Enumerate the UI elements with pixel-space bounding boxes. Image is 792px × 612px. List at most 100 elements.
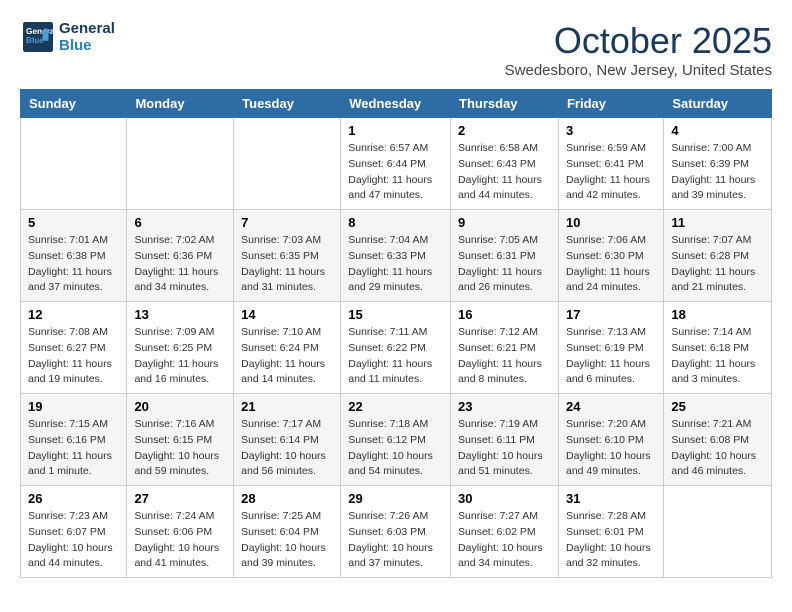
- calendar-cell: 20 Sunrise: 7:16 AM Sunset: 6:15 PM Dayli…: [127, 394, 234, 486]
- calendar-cell: 5 Sunrise: 7:01 AM Sunset: 6:38 PM Daylig…: [21, 210, 127, 302]
- calendar-cell: 9Sunrise: 7:05 AM Sunset: 6:31 PM Daylig…: [451, 210, 559, 302]
- month-title: October 2025: [505, 20, 772, 62]
- calendar-table: SundayMondayTuesdayWednesdayThursdayFrid…: [20, 89, 772, 578]
- day-info: Sunrise: 7:18 AM Sunset: 6:12 PM Dayligh…: [348, 417, 443, 480]
- day-number: 20: [134, 399, 226, 414]
- calendar-cell: 29 Sunrise: 7:26 AM Sunset: 6:03 PM Dayli…: [341, 486, 451, 578]
- day-info: Sunrise: 7:04 AM Sunset: 6:33 PM Dayligh…: [348, 233, 443, 296]
- week-row-1: 1 Sunrise: 6:57 AM Sunset: 6:44 PM Daylig…: [21, 118, 772, 210]
- day-number: 9: [458, 215, 551, 230]
- day-info: Sunrise: 7:06 AM Sunset: 6:30 PM Dayligh…: [566, 233, 656, 296]
- calendar-cell: 7 Sunrise: 7:03 AM Sunset: 6:35 PM Daylig…: [234, 210, 341, 302]
- day-number: 15: [348, 307, 443, 322]
- calendar-cell: [234, 118, 341, 210]
- calendar-cell: 3Sunrise: 6:59 AM Sunset: 6:41 PM Daylig…: [558, 118, 663, 210]
- day-number: 13: [134, 307, 226, 322]
- page-header: General Blue General Blue October 2025 S…: [20, 20, 772, 79]
- day-info: Sunrise: 7:13 AM Sunset: 6:19 PM Dayligh…: [566, 325, 656, 388]
- day-info: Sunrise: 7:26 AM Sunset: 6:03 PM Dayligh…: [348, 509, 443, 572]
- week-row-5: 26 Sunrise: 7:23 AM Sunset: 6:07 PM Dayli…: [21, 486, 772, 578]
- day-number: 2: [458, 123, 551, 138]
- calendar-cell: 18 Sunrise: 7:14 AM Sunset: 6:18 PM Dayli…: [664, 302, 772, 394]
- header-day-monday: Monday: [127, 90, 234, 118]
- title-block: October 2025 Swedesboro, New Jersey, Uni…: [505, 20, 772, 79]
- day-info: Sunrise: 7:08 AM Sunset: 6:27 PM Dayligh…: [28, 325, 119, 388]
- calendar-cell: 12 Sunrise: 7:08 AM Sunset: 6:27 PM Dayli…: [21, 302, 127, 394]
- day-info: Sunrise: 7:01 AM Sunset: 6:38 PM Dayligh…: [28, 233, 119, 296]
- day-number: 26: [28, 491, 119, 506]
- calendar-cell: 11Sunrise: 7:07 AM Sunset: 6:28 PM Dayli…: [664, 210, 772, 302]
- day-info: Sunrise: 7:20 AM Sunset: 6:10 PM Dayligh…: [566, 417, 656, 480]
- calendar-cell: 1 Sunrise: 6:57 AM Sunset: 6:44 PM Daylig…: [341, 118, 451, 210]
- calendar-cell: [127, 118, 234, 210]
- calendar-cell: 27Sunrise: 7:24 AM Sunset: 6:06 PM Dayli…: [127, 486, 234, 578]
- day-number: 8: [348, 215, 443, 230]
- day-number: 31: [566, 491, 656, 506]
- week-row-4: 19 Sunrise: 7:15 AM Sunset: 6:16 PM Dayli…: [21, 394, 772, 486]
- calendar-cell: 30Sunrise: 7:27 AM Sunset: 6:02 PM Dayli…: [451, 486, 559, 578]
- week-row-3: 12 Sunrise: 7:08 AM Sunset: 6:27 PM Dayli…: [21, 302, 772, 394]
- day-info: Sunrise: 7:14 AM Sunset: 6:18 PM Dayligh…: [671, 325, 764, 388]
- day-info: Sunrise: 7:16 AM Sunset: 6:15 PM Dayligh…: [134, 417, 226, 480]
- calendar-cell: 31 Sunrise: 7:28 AM Sunset: 6:01 PM Dayli…: [558, 486, 663, 578]
- day-number: 22: [348, 399, 443, 414]
- day-number: 18: [671, 307, 764, 322]
- header-day-wednesday: Wednesday: [341, 90, 451, 118]
- day-number: 1: [348, 123, 443, 138]
- calendar-cell: [664, 486, 772, 578]
- day-number: 5: [28, 215, 119, 230]
- day-info: Sunrise: 7:03 AM Sunset: 6:35 PM Dayligh…: [241, 233, 333, 296]
- day-number: 11: [671, 215, 764, 230]
- day-number: 7: [241, 215, 333, 230]
- day-number: 25: [671, 399, 764, 414]
- calendar-cell: 2 Sunrise: 6:58 AM Sunset: 6:43 PM Daylig…: [451, 118, 559, 210]
- day-info: Sunrise: 7:25 AM Sunset: 6:04 PM Dayligh…: [241, 509, 333, 572]
- day-info: Sunrise: 7:09 AM Sunset: 6:25 PM Dayligh…: [134, 325, 226, 388]
- calendar-cell: 6 Sunrise: 7:02 AM Sunset: 6:36 PM Daylig…: [127, 210, 234, 302]
- location: Swedesboro, New Jersey, United States: [505, 62, 772, 79]
- day-number: 19: [28, 399, 119, 414]
- day-info: Sunrise: 7:19 AM Sunset: 6:11 PM Dayligh…: [458, 417, 551, 480]
- header-day-thursday: Thursday: [451, 90, 559, 118]
- header-day-friday: Friday: [558, 90, 663, 118]
- day-number: 29: [348, 491, 443, 506]
- calendar-cell: 28 Sunrise: 7:25 AM Sunset: 6:04 PM Dayli…: [234, 486, 341, 578]
- day-number: 12: [28, 307, 119, 322]
- calendar-cell: 26 Sunrise: 7:23 AM Sunset: 6:07 PM Dayli…: [21, 486, 127, 578]
- day-number: 3: [566, 123, 656, 138]
- day-info: Sunrise: 7:23 AM Sunset: 6:07 PM Dayligh…: [28, 509, 119, 572]
- header-day-tuesday: Tuesday: [234, 90, 341, 118]
- calendar-cell: 17Sunrise: 7:13 AM Sunset: 6:19 PM Dayli…: [558, 302, 663, 394]
- day-number: 30: [458, 491, 551, 506]
- day-number: 4: [671, 123, 764, 138]
- day-info: Sunrise: 6:58 AM Sunset: 6:43 PM Dayligh…: [458, 141, 551, 204]
- day-info: Sunrise: 6:57 AM Sunset: 6:44 PM Dayligh…: [348, 141, 443, 204]
- calendar-cell: 10 Sunrise: 7:06 AM Sunset: 6:30 PM Dayli…: [558, 210, 663, 302]
- logo-text-blue: Blue: [59, 37, 115, 54]
- week-row-2: 5 Sunrise: 7:01 AM Sunset: 6:38 PM Daylig…: [21, 210, 772, 302]
- day-number: 27: [134, 491, 226, 506]
- calendar-cell: 24 Sunrise: 7:20 AM Sunset: 6:10 PM Dayli…: [558, 394, 663, 486]
- calendar-cell: 16Sunrise: 7:12 AM Sunset: 6:21 PM Dayli…: [451, 302, 559, 394]
- day-info: Sunrise: 7:15 AM Sunset: 6:16 PM Dayligh…: [28, 417, 119, 480]
- calendar-cell: 21Sunrise: 7:17 AM Sunset: 6:14 PM Dayli…: [234, 394, 341, 486]
- calendar-cell: 13 Sunrise: 7:09 AM Sunset: 6:25 PM Dayli…: [127, 302, 234, 394]
- day-info: Sunrise: 7:10 AM Sunset: 6:24 PM Dayligh…: [241, 325, 333, 388]
- header-day-saturday: Saturday: [664, 90, 772, 118]
- logo-icon: General Blue: [23, 22, 53, 52]
- day-number: 24: [566, 399, 656, 414]
- day-number: 10: [566, 215, 656, 230]
- day-number: 21: [241, 399, 333, 414]
- header-day-sunday: Sunday: [21, 90, 127, 118]
- day-number: 6: [134, 215, 226, 230]
- calendar-cell: 23Sunrise: 7:19 AM Sunset: 6:11 PM Dayli…: [451, 394, 559, 486]
- day-info: Sunrise: 7:12 AM Sunset: 6:21 PM Dayligh…: [458, 325, 551, 388]
- day-info: Sunrise: 7:00 AM Sunset: 6:39 PM Dayligh…: [671, 141, 764, 204]
- calendar-cell: 14Sunrise: 7:10 AM Sunset: 6:24 PM Dayli…: [234, 302, 341, 394]
- calendar-cell: [21, 118, 127, 210]
- logo: General Blue General Blue: [20, 20, 115, 54]
- day-info: Sunrise: 7:02 AM Sunset: 6:36 PM Dayligh…: [134, 233, 226, 296]
- calendar-cell: 25Sunrise: 7:21 AM Sunset: 6:08 PM Dayli…: [664, 394, 772, 486]
- day-info: Sunrise: 7:28 AM Sunset: 6:01 PM Dayligh…: [566, 509, 656, 572]
- day-number: 28: [241, 491, 333, 506]
